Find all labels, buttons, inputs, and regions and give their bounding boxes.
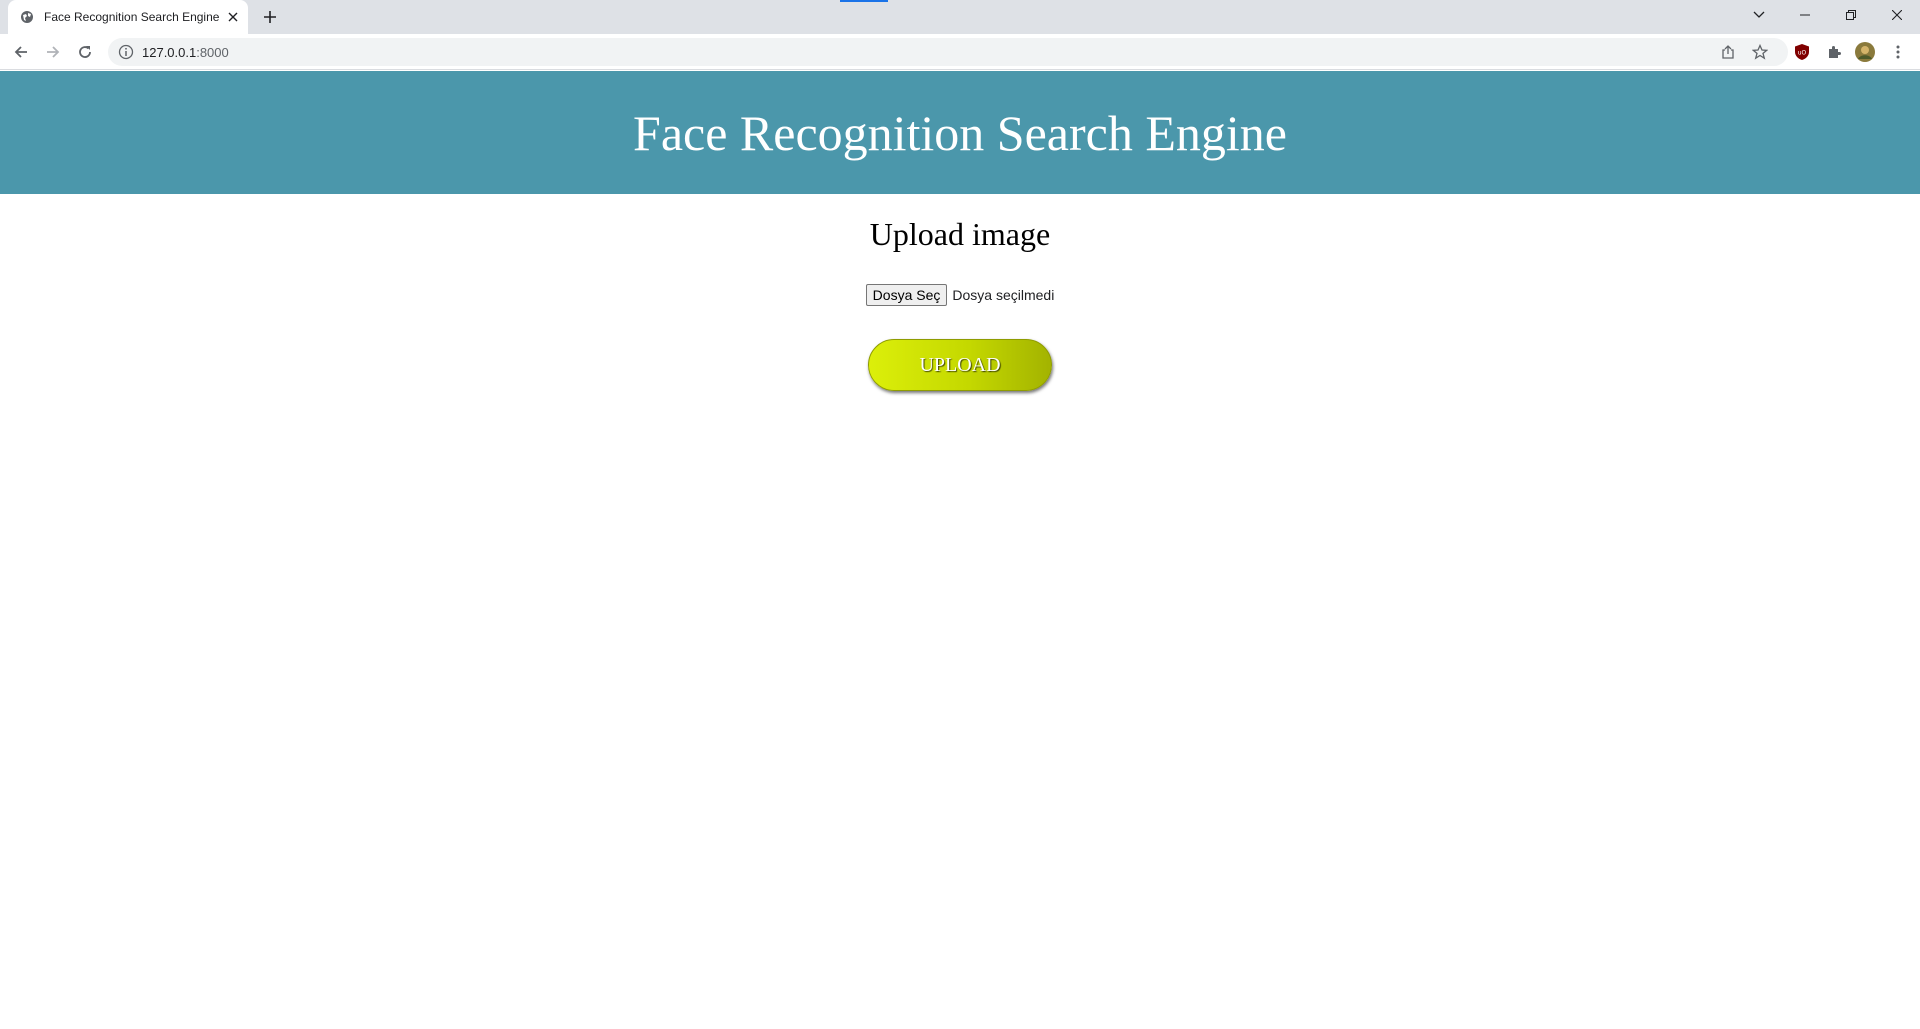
address-bar[interactable]: 127.0.0.1:8000: [108, 38, 1788, 66]
bookmark-star-icon[interactable]: [1752, 44, 1768, 60]
back-arrow-icon[interactable]: [9, 40, 33, 64]
browser-tab[interactable]: Face Recognition Search Engine: [8, 0, 248, 34]
file-input[interactable]: Dosya Seç Dosya seçilmedi: [0, 284, 1920, 306]
minimize-icon[interactable]: [1782, 0, 1828, 30]
chrome-menu-icon[interactable]: [1888, 42, 1908, 62]
ublock-extension-icon[interactable]: uO: [1792, 42, 1812, 62]
choose-file-button[interactable]: Dosya Seç: [865, 284, 948, 306]
tab-strip: Face Recognition Search Engine: [0, 0, 1920, 34]
svg-text:uO: uO: [1798, 50, 1807, 57]
upload-button-label: UPLOAD: [919, 353, 1001, 376]
profile-avatar-icon[interactable]: [1855, 42, 1875, 62]
extensions-puzzle-icon[interactable]: [1824, 42, 1844, 62]
upload-button[interactable]: UPLOAD: [868, 339, 1052, 391]
reload-icon[interactable]: [73, 40, 97, 64]
close-tab-icon[interactable]: [225, 9, 241, 25]
new-tab-icon[interactable]: [260, 7, 280, 27]
tab-title: Face Recognition Search Engine: [44, 10, 220, 24]
header-banner: Face Recognition Search Engine: [0, 71, 1920, 194]
url-text[interactable]: 127.0.0.1:8000: [142, 45, 229, 60]
url-host: 127.0.0.1: [142, 45, 197, 60]
page-title: Face Recognition Search Engine: [633, 104, 1287, 161]
forward-arrow-icon[interactable]: [41, 40, 65, 64]
tab-search-icon[interactable]: [1736, 0, 1782, 30]
file-status-text: Dosya seçilmedi: [952, 287, 1055, 303]
globe-icon: [20, 10, 34, 24]
site-info-icon[interactable]: [118, 44, 134, 60]
close-window-icon[interactable]: [1874, 0, 1920, 30]
restore-icon[interactable]: [1828, 0, 1874, 30]
browser-toolbar: 127.0.0.1:8000 uO: [0, 34, 1920, 70]
url-port: :8000: [196, 45, 229, 60]
upload-heading: Upload image: [869, 216, 1051, 252]
page-content: Face Recognition Search Engine Upload im…: [0, 71, 1920, 1029]
tab-indicator: [840, 0, 888, 2]
share-icon[interactable]: [1720, 44, 1736, 60]
